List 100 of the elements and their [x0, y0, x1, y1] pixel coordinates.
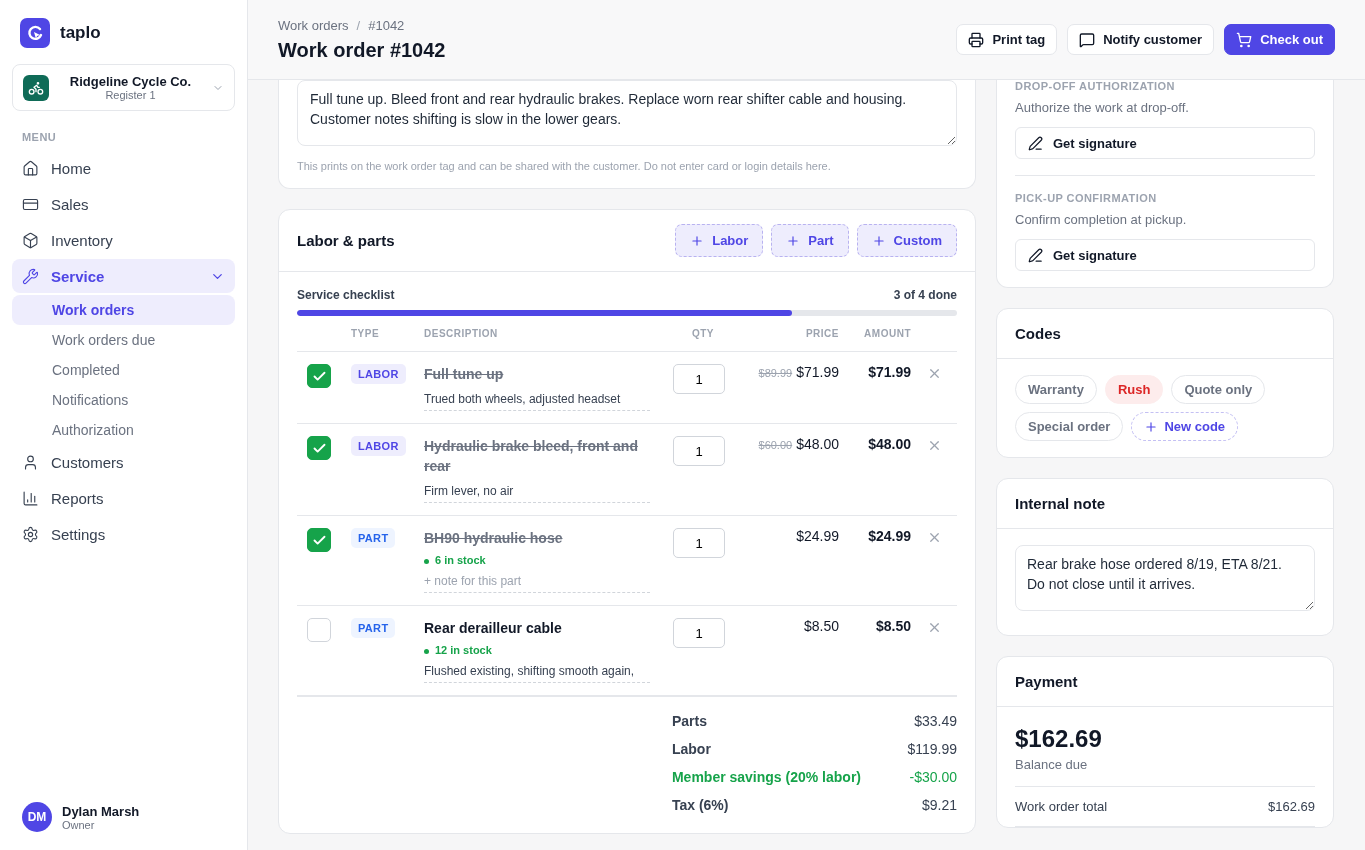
summary-label: Parts	[671, 713, 708, 729]
column-header: QTY	[690, 328, 716, 339]
notes-help-text: This prints on the work order tag and can be shared with the customer. Do not enter card or login details here.	[297, 160, 832, 172]
unit-price: $71.99	[796, 364, 839, 380]
summary-label: Member savings (20% labor)	[671, 769, 861, 785]
settings-icon	[22, 525, 39, 543]
store-name: Ridgeline Cycle Co.	[69, 74, 192, 89]
menu-heading: MENU	[22, 131, 58, 143]
checklist-count: 3 of 4 done	[893, 288, 957, 302]
breadcrumb-link[interactable]: Work orders	[278, 17, 349, 33]
message-icon	[1079, 31, 1096, 48]
type-tag: PART	[351, 528, 396, 548]
card-title: Codes	[1015, 325, 1061, 342]
stock-status: 6 in stock	[424, 554, 655, 566]
add-button[interactable]: Part	[771, 224, 849, 257]
wrench-icon	[22, 267, 39, 285]
nav-subitem[interactable]: Work orders	[12, 295, 235, 325]
breadcrumb-separator: /	[356, 17, 361, 33]
signature-button[interactable]: Get signature	[1015, 127, 1315, 159]
line-amount: $48.00	[867, 436, 911, 452]
printer-icon	[968, 31, 985, 48]
original-price: $89.99	[758, 367, 793, 379]
nav-subitem[interactable]: Notifications	[12, 385, 235, 415]
column-header: AMOUNT	[863, 328, 911, 339]
page-title: Work order #1042	[278, 38, 446, 62]
nav-item[interactable]: Settings	[12, 517, 235, 551]
section-heading: PICK-UP CONFIRMATION	[1015, 192, 1158, 204]
user-role: Owner	[62, 818, 95, 831]
section-heading: DROP-OFF AUTHORIZATION	[1015, 80, 1176, 92]
new-code-button[interactable]: New code	[1131, 412, 1239, 441]
box-icon	[22, 231, 39, 249]
quantity-field[interactable]: 1	[673, 618, 725, 648]
summary-label: Labor	[671, 741, 712, 757]
store-switcher[interactable]: Ridgeline Cycle Co. Register 1	[12, 64, 235, 111]
home-icon	[22, 159, 39, 177]
item-title: Rear derailleur cable	[424, 619, 563, 638]
quantity-field[interactable]: 1	[673, 528, 725, 558]
item-title: Full tune up	[424, 365, 505, 384]
pen-icon	[1028, 135, 1043, 151]
nav-item[interactable]: Home	[12, 151, 235, 185]
action-button[interactable]: Check out	[1224, 24, 1335, 55]
summary-value: -$30.00	[908, 769, 957, 785]
summary-value: $33.49	[913, 713, 957, 729]
line-amount: $71.99	[867, 364, 911, 380]
type-tag: LABOR	[351, 364, 406, 384]
internal-note-field[interactable]: Rear brake hose ordered 8/19, ETA 8/21. Do not close until it arrives.	[1015, 545, 1315, 611]
code-chip[interactable]: Rush	[1104, 375, 1164, 404]
cart-icon	[1236, 31, 1253, 48]
brand-name: taplo	[60, 23, 101, 43]
plus-icon	[786, 233, 801, 248]
column-header: PRICE	[804, 328, 839, 339]
payment-label: Work order total	[1015, 799, 1108, 814]
card-title: Payment	[1015, 673, 1078, 690]
item-title: BH90 hydraulic hose	[424, 529, 564, 548]
nav-item[interactable]: Service	[12, 259, 235, 293]
card-title: Internal note	[1015, 495, 1105, 512]
column-header: TYPE	[351, 328, 381, 339]
line-amount: $8.50	[874, 618, 911, 634]
summary-value: $9.21	[920, 797, 957, 813]
type-tag: PART	[351, 618, 396, 638]
summary-label: Tax (6%)	[671, 797, 730, 813]
breadcrumb-link[interactable]: #1042	[368, 17, 405, 33]
action-button[interactable]: Notify customer	[1067, 24, 1215, 55]
code-chip[interactable]: Warranty	[1015, 375, 1097, 404]
user-avatar: DM	[22, 802, 52, 832]
column-header: DESCRIPTION	[424, 328, 499, 339]
type-tag: LABOR	[351, 436, 406, 456]
nav-item[interactable]: Inventory	[12, 223, 235, 257]
add-button[interactable]: Custom	[856, 224, 957, 257]
notes-field[interactable]: Full tune up. Bleed front and rear hydraulic brakes. Replace worn rear shifter cable and housing. Customer notes shifting is slow in the lower gears.	[297, 80, 957, 146]
balance-amount: $162.69	[1015, 725, 1103, 753]
nav-subitem[interactable]: Authorization	[12, 415, 235, 445]
section-description: Confirm completion at pickup.	[1015, 212, 1188, 227]
unit-price: $24.99	[796, 528, 839, 544]
nav-item[interactable]: Customers	[12, 445, 235, 479]
user-name: Dylan Marsh	[62, 803, 140, 819]
original-price: $60.00	[758, 439, 793, 451]
action-button[interactable]: Print tag	[956, 24, 1058, 55]
nav-item[interactable]: Sales	[12, 187, 235, 221]
bicycle-icon	[23, 74, 49, 101]
signature-button[interactable]: Get signature	[1015, 239, 1315, 271]
checkbox[interactable]	[307, 528, 331, 552]
logo-icon	[20, 18, 50, 48]
nav-subitem[interactable]: Work orders due	[12, 325, 235, 355]
summary-value: $119.99	[906, 741, 957, 757]
quantity-field[interactable]: 1	[673, 436, 725, 466]
nav-item[interactable]: Reports	[12, 481, 235, 515]
code-chip[interactable]: Quote only	[1171, 375, 1266, 404]
plus-icon	[690, 233, 705, 248]
checkbox[interactable]	[307, 364, 331, 388]
nav-subitem[interactable]: Completed	[12, 355, 235, 385]
code-chip[interactable]: Special order	[1015, 412, 1124, 441]
unit-price: $48.00	[796, 436, 839, 452]
add-button[interactable]: Labor	[675, 224, 764, 257]
balance-caption: Balance due	[1015, 757, 1315, 787]
quantity-field[interactable]: 1	[673, 364, 725, 394]
checklist-label: Service checklist	[297, 288, 395, 302]
checkbox[interactable]	[307, 436, 331, 460]
section-description: Authorize the work at drop-off.	[1015, 100, 1190, 115]
payment-value: $162.69	[1268, 799, 1315, 814]
